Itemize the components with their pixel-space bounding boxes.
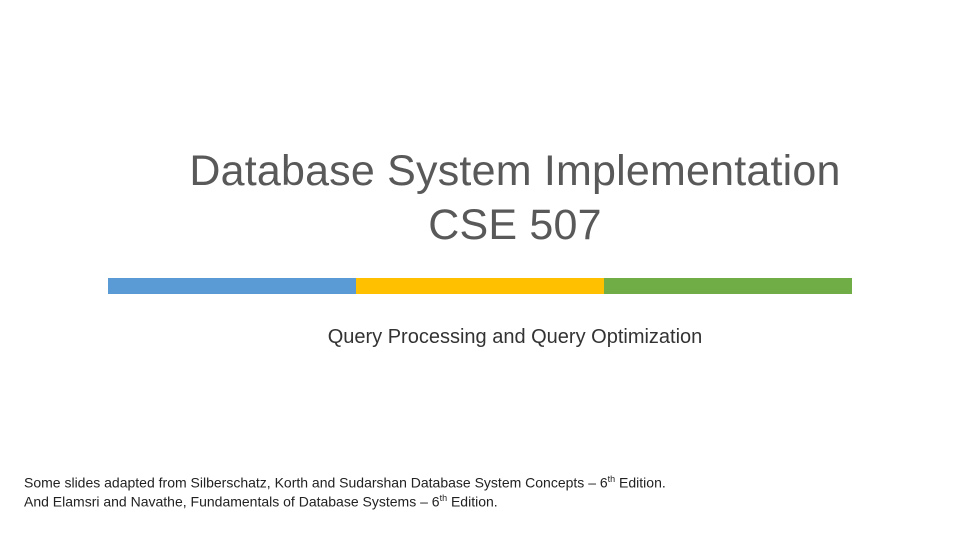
attribution-line-2: And Elamsri and Navathe, Fundamentals of… xyxy=(24,492,666,512)
attribution-2-sup: th xyxy=(440,493,448,503)
attribution-block: Some slides adapted from Silberschatz, K… xyxy=(24,473,666,512)
accent-bar xyxy=(108,278,852,294)
attribution-line-1: Some slides adapted from Silberschatz, K… xyxy=(24,473,666,493)
accent-bar-green xyxy=(604,278,852,294)
slide-title: Database System Implementation CSE 507 xyxy=(130,145,900,253)
attribution-1-a: Some slides adapted from Silberschatz, K… xyxy=(24,475,608,491)
slide-subtitle: Query Processing and Query Optimization xyxy=(130,326,900,349)
accent-bar-blue xyxy=(108,278,356,294)
attribution-2-b: Edition. xyxy=(447,494,498,510)
title-line-2: CSE 507 xyxy=(130,199,900,253)
attribution-2-a: And Elamsri and Navathe, Fundamentals of… xyxy=(24,494,440,510)
attribution-1-b: Edition. xyxy=(615,475,666,491)
title-line-1: Database System Implementation xyxy=(130,145,900,199)
accent-bar-yellow xyxy=(356,278,604,294)
